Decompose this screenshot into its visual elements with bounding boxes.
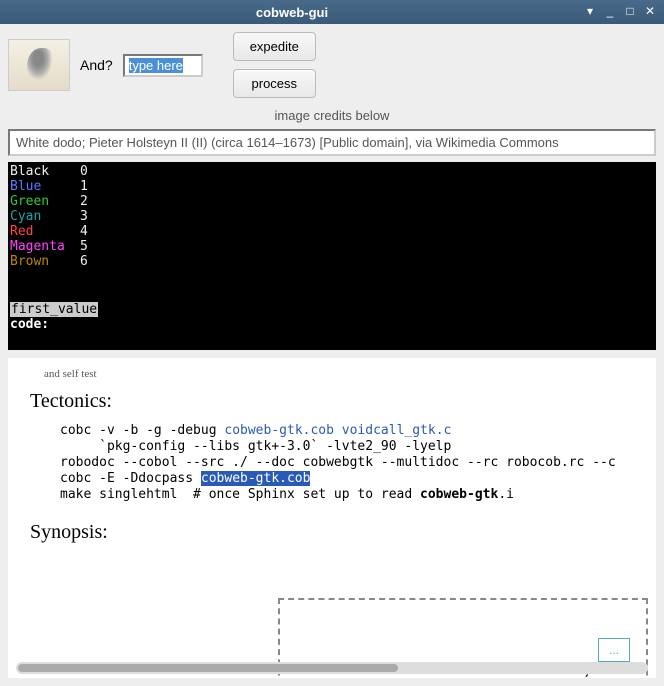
tectonics-code: cobc -v -b -g -debug cobweb-gtk.cob void… (60, 423, 634, 503)
process-button[interactable]: process (233, 69, 316, 98)
minimize-icon[interactable]: _ (602, 4, 618, 20)
credits-field[interactable]: White dodo; Pieter Holsteyn II (II) (cir… (8, 129, 656, 156)
menu-icon[interactable]: ▾ (582, 4, 598, 20)
dodo-image (8, 39, 70, 91)
diagram-dots-box: ... (598, 638, 630, 662)
entry-input[interactable]: type here (123, 54, 203, 77)
horizontal-scrollbar[interactable] (16, 662, 648, 674)
link-voidcall-gtk-c[interactable]: voidcall_gtk.c (342, 423, 452, 438)
maximize-icon[interactable]: □ (622, 4, 638, 20)
doc-area[interactable]: and self test Tectonics: cobc -v -b -g -… (8, 358, 656, 678)
scrollbar-thumb[interactable] (18, 664, 398, 672)
top-row: And? type here expedite process (0, 24, 664, 106)
doc-selftest: and self test (44, 368, 634, 380)
window-title: cobweb-gui (6, 5, 578, 20)
window-body: And? type here expedite process image cr… (0, 24, 664, 686)
expedite-button[interactable]: expedite (233, 32, 316, 61)
and-label: And? (80, 57, 113, 73)
terminal[interactable]: Black0 Blue1 Green2 Cyan3 Red4 Magenta5 … (8, 162, 656, 350)
heading-tectonics: Tectonics: (30, 390, 634, 413)
close-icon[interactable]: ✕ (642, 4, 658, 20)
highlight-cobweb-gtk: cobweb-gtk.cob (201, 471, 311, 486)
titlebar: cobweb-gui ▾ _ □ ✕ (0, 0, 664, 24)
terminal-prompt[interactable]: first_value code: (10, 302, 98, 332)
link-cobweb-gtk-cob[interactable]: cobweb-gtk.cob (224, 423, 334, 438)
heading-synopsis: Synopsis: (30, 521, 634, 544)
credits-label: image credits below (0, 106, 664, 129)
